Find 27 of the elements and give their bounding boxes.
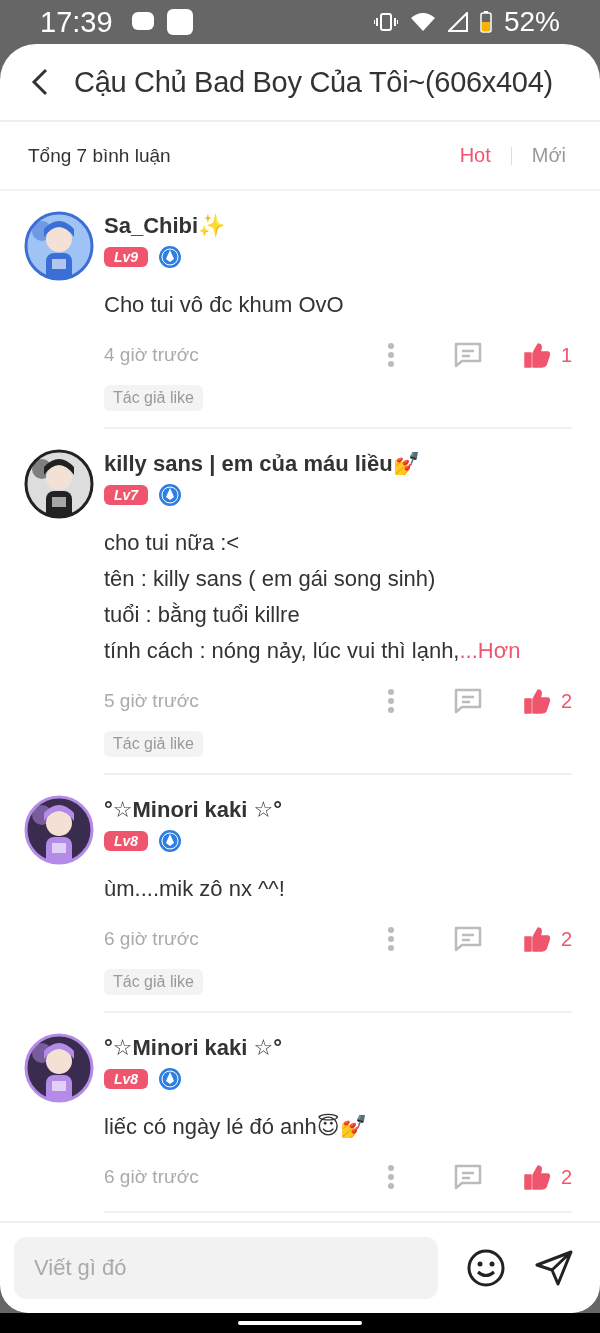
level-badge: Lv8 (104, 1069, 149, 1089)
author-liked-tag: Tác giả like (104, 731, 203, 757)
comment-text: Cho tui vô đc khum OvO (104, 291, 345, 319)
author-liked-tag: Tác giả like (104, 969, 203, 995)
sort-tab[interactable]: Mới (525, 144, 572, 167)
comment-time: 6 giờ trước (104, 928, 200, 950)
level-badge: Lv8 (104, 831, 149, 851)
comment-text: cho tui nữa :< tên : killy sans ( em gái song sinh) tuổi : bằng tuổi killre tính cách : nóng nảy, lúc vui thì lạnh,...Hơn (104, 529, 522, 665)
author-liked-tag: Tác giả like (104, 385, 203, 411)
comment-time: 4 giờ trước (104, 344, 200, 366)
status-time: 17:39 (40, 5, 113, 39)
more-link[interactable]: ...Hơn (459, 638, 521, 663)
comment-text: liếc có ngày lé đó anh😇💅 (104, 1112, 368, 1141)
author-name[interactable]: Sa_Chibi✨ (104, 213, 572, 239)
sort-tab[interactable]: Hot (453, 144, 497, 167)
comment-time: 5 giờ trước (104, 690, 200, 712)
comment-count: Tổng 7 bình luận (28, 144, 171, 167)
author-name[interactable]: °☆Minori kaki ☆° (104, 797, 572, 823)
page-title: Cậu Chủ Bad Boy Của Tôi~(606x404) (74, 65, 553, 99)
comment-text: ùm....mik zô nx ^^! (104, 875, 286, 903)
level-badge: Lv9 (104, 247, 149, 267)
author-name[interactable]: killy sans | em của máu liều💅 (104, 451, 572, 477)
level-badge: Lv7 (104, 485, 149, 505)
battery-level: 52% (503, 6, 560, 38)
comment-time: 6 giờ trước (104, 1166, 200, 1188)
comment-input[interactable]: Viết gì đó (14, 1237, 438, 1299)
author-name[interactable]: °☆Minori kaki ☆° (104, 1035, 572, 1061)
